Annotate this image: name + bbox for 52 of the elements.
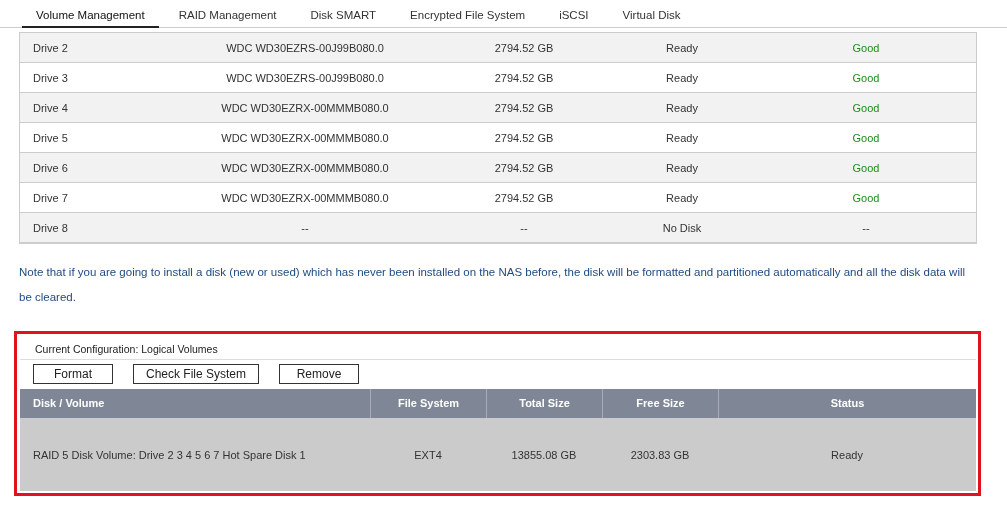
table-cell-text: 2794.52 GB bbox=[493, 161, 555, 174]
tab[interactable]: Virtual Disk bbox=[608, 7, 695, 28]
table-cell-text: 2794.52 GB bbox=[493, 101, 555, 114]
table-cell-text: -- bbox=[861, 221, 871, 234]
table-cell-text: Ready bbox=[665, 71, 699, 84]
action-button[interactable]: Check File System bbox=[133, 364, 259, 384]
table-cell-text: Ready bbox=[830, 448, 864, 461]
table-cell-text: WDC WD30EZRS-00J99B080.0 bbox=[225, 71, 385, 84]
section-title: Current Configuration: Logical Volumes bbox=[20, 339, 976, 360]
table-cell-text: Ready bbox=[665, 41, 699, 54]
tab[interactable]: Encrypted File System bbox=[396, 7, 540, 28]
table-cell-text: 2303.83 GB bbox=[629, 448, 691, 461]
table-cell-text: RAID 5 Disk Volume: Drive 2 3 4 5 6 7 Hot Spare Disk 1 bbox=[32, 448, 307, 461]
table-cell-text: Drive 8 bbox=[32, 221, 69, 234]
table-cell-text: Good bbox=[851, 101, 881, 114]
table-cell-text: Good bbox=[851, 41, 881, 54]
table-cell-text: Good bbox=[851, 191, 881, 204]
column-header: Disk / Volume bbox=[32, 396, 106, 411]
table-cell-text: Drive 7 bbox=[32, 191, 69, 204]
table-cell-text: 2794.52 GB bbox=[493, 71, 555, 84]
table-cell-text: Good bbox=[851, 71, 881, 84]
table-cell-text: 2794.52 GB bbox=[493, 41, 555, 54]
action-button[interactable]: Format bbox=[33, 364, 113, 384]
table-cell-text: Drive 3 bbox=[32, 71, 69, 84]
table-cell-text: WDC WD30EZRX-00MMMB080.0 bbox=[220, 101, 390, 114]
table-cell-text: -- bbox=[519, 221, 529, 234]
table-cell-text: Drive 5 bbox=[32, 131, 69, 144]
table-cell-text: Ready bbox=[665, 101, 699, 114]
table-cell-text: Good bbox=[851, 131, 881, 144]
table-cell-text: WDC WD30EZRX-00MMMB080.0 bbox=[220, 191, 390, 204]
table-cell-text: No Disk bbox=[661, 221, 703, 234]
note-text: Note that if you are going to install a disk (new or used) which has never been installed on the NAS before, the disk will be formatted and partitioned automatically and all the disk data will be cleared. bbox=[19, 265, 967, 305]
table-cell-text: Drive 2 bbox=[32, 41, 69, 54]
table-cell-text: 2794.52 GB bbox=[493, 131, 555, 144]
tab[interactable]: Volume Management bbox=[22, 7, 159, 28]
table-cell-text: WDC WD30EZRX-00MMMB080.0 bbox=[220, 131, 390, 144]
table-cell-text: WDC WD30EZRS-00J99B080.0 bbox=[225, 41, 385, 54]
tab[interactable]: iSCSI bbox=[545, 7, 603, 28]
table-cell-text: Ready bbox=[665, 131, 699, 144]
table-cell-text: WDC WD30EZRX-00MMMB080.0 bbox=[220, 161, 390, 174]
table-cell-text: Drive 6 bbox=[32, 161, 69, 174]
table-cell-text: Ready bbox=[665, 161, 699, 174]
table-cell-text: 2794.52 GB bbox=[493, 191, 555, 204]
table-cell-text: -- bbox=[300, 221, 310, 234]
table-cell-text: EXT4 bbox=[413, 448, 443, 461]
table-cell-text: 13855.08 GB bbox=[510, 448, 578, 461]
tab[interactable]: Disk SMART bbox=[296, 7, 391, 28]
table-cell-text: Drive 4 bbox=[32, 101, 69, 114]
tab[interactable]: RAID Management bbox=[164, 7, 291, 28]
action-button[interactable]: Remove bbox=[279, 364, 359, 384]
table-cell-text: Ready bbox=[665, 191, 699, 204]
table-cell-text: Good bbox=[851, 161, 881, 174]
